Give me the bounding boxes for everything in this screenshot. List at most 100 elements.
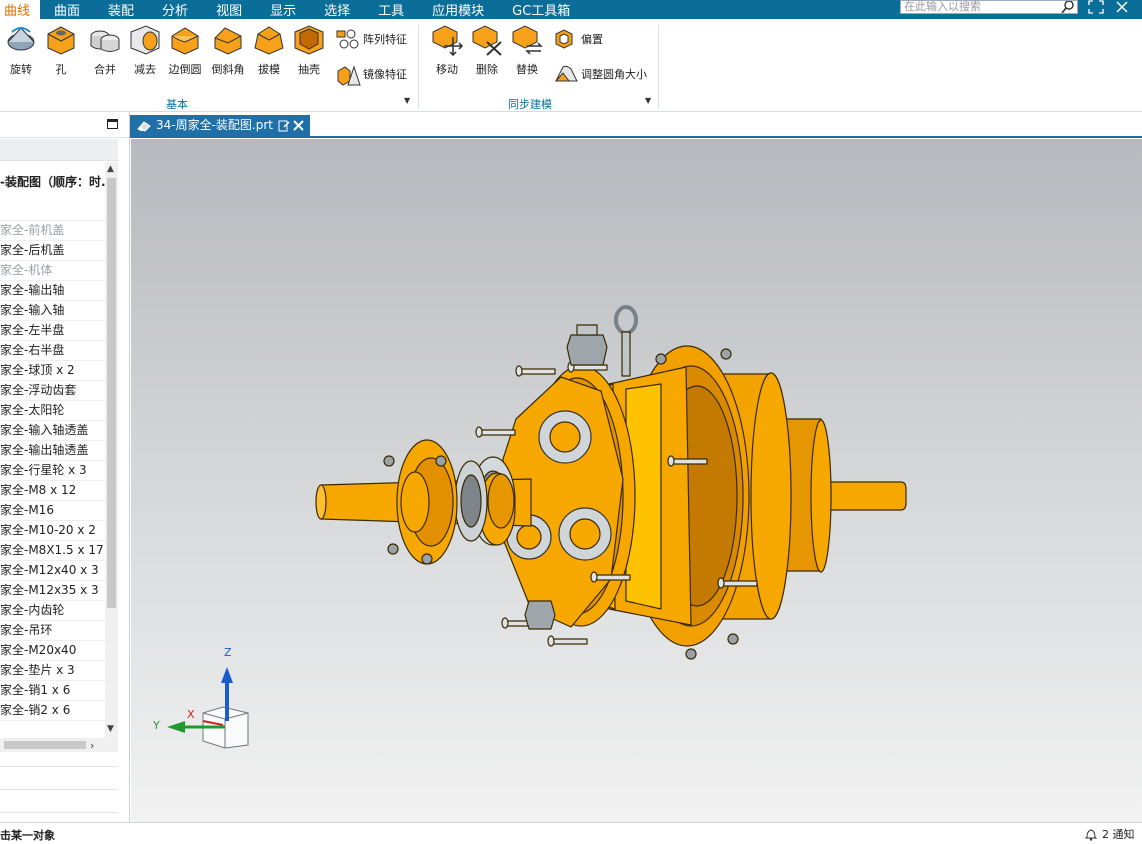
scroll-right-icon[interactable]: ›	[90, 739, 94, 752]
navigator-header	[0, 112, 129, 138]
shell-icon	[294, 25, 324, 55]
subtract-button[interactable]: 减去	[128, 22, 162, 77]
search-input[interactable]: 在此输入以搜索	[900, 0, 1078, 14]
move-face-button[interactable]: 移动	[430, 22, 464, 77]
horizontal-scroll-thumb[interactable]	[4, 741, 86, 749]
menu-tab-gc-toolbox[interactable]: GC工具箱	[498, 0, 584, 19]
tree-node[interactable]: 家全-M8 x 12	[0, 481, 118, 501]
tree-items: 家全-前机盖 家全-后机盖 家全-机体 家全-输出轴 家全-输入轴 家全-左半盘 家全-右半…	[0, 221, 118, 721]
notifications-button[interactable]: 2 通知	[1084, 826, 1135, 842]
unite-button[interactable]: 合并	[88, 22, 122, 77]
mirror-feature-button[interactable]: 镜像特征	[335, 61, 407, 87]
status-prompt: 击某一对象	[0, 829, 55, 842]
tree-node[interactable]: 家全-M16	[0, 501, 118, 521]
tree-node[interactable]: 家全-销1 x 6	[0, 681, 118, 701]
mirror-feature-icon	[337, 65, 361, 86]
menu-tab-surface[interactable]: 曲面	[40, 0, 94, 19]
scroll-up-icon[interactable]: ▲	[107, 164, 114, 174]
tree-node[interactable]: 家全-输出轴	[0, 281, 118, 301]
pattern-feature-icon	[336, 29, 359, 49]
revolve-button[interactable]: 旋转	[4, 22, 38, 77]
scroll-down-icon[interactable]: ▼	[107, 724, 114, 734]
sync-group-expand-icon[interactable]: ▼	[645, 96, 651, 105]
document-tab[interactable]: 34-周家全-装配图.prt	[130, 115, 310, 138]
pattern-feature-button[interactable]: 阵列特征	[335, 26, 407, 52]
view-triad[interactable]	[153, 641, 263, 751]
unite-icon	[90, 30, 120, 52]
tree-node[interactable]: 家全-太阳轮	[0, 401, 118, 421]
search-icon[interactable]	[1061, 0, 1075, 14]
tree-node[interactable]: 家全-后机盖	[0, 241, 118, 261]
tree-node[interactable]: 家全-前机盖	[0, 221, 118, 241]
replace-face-icon	[512, 25, 543, 55]
move-face-icon	[432, 25, 464, 56]
tree-node[interactable]: 家全-左半盘	[0, 321, 118, 341]
maximize-icon[interactable]	[107, 119, 118, 129]
menu-tab-analysis[interactable]: 分析	[148, 0, 202, 19]
replace-face-button[interactable]: 替换	[510, 22, 544, 77]
navigator-column-header	[0, 139, 118, 161]
group-separator	[658, 25, 659, 109]
document-tab-title: 34-周家全-装配图.prt	[156, 118, 274, 132]
menu-tab-curve[interactable]: 曲线	[0, 0, 41, 19]
tree-node[interactable]: 家全-内齿轮	[0, 601, 118, 621]
tree-node[interactable]: 家全-销2 x 6	[0, 701, 118, 721]
tree-node[interactable]: 家全-垫片 x 3	[0, 661, 118, 681]
hole-icon	[47, 26, 75, 55]
close-tab-icon[interactable]	[293, 120, 304, 131]
nx-window: 曲线 曲面 装配 分析 视图 显示 选择 工具 应用模块 GC工具箱 在此输入以…	[0, 0, 1142, 844]
close-window-icon[interactable]	[1113, 0, 1131, 16]
edge-blend-icon	[171, 27, 199, 55]
hole-button[interactable]: 孔	[44, 22, 78, 77]
delete-face-button[interactable]: 删除	[470, 22, 504, 77]
vertical-scroll-thumb[interactable]	[107, 178, 116, 608]
pattern-feature-label: 阵列特征	[363, 33, 407, 46]
tree-node[interactable]: 家全-球顶 x 2	[0, 361, 118, 381]
tree-node[interactable]: 家全-行星轮 x 3	[0, 461, 118, 481]
chamfer-button[interactable]: 倒斜角	[211, 22, 245, 77]
tree-root-node[interactable]: -装配图（顺序：时...	[0, 162, 118, 202]
revolve-icon	[7, 27, 35, 51]
tree-node[interactable]: 家全-输入轴	[0, 301, 118, 321]
subtract-icon	[130, 25, 160, 55]
offset-region-label: 偏置	[581, 33, 603, 46]
tree-node[interactable]: 家全-机体	[0, 261, 118, 281]
basic-group-expand-icon[interactable]: ▼	[404, 96, 410, 105]
tree-node[interactable]: 家全-右半盘	[0, 341, 118, 361]
tree-node[interactable]: 家全-M12x40 x 3	[0, 561, 118, 581]
graphics-window[interactable]: Z Y X	[131, 139, 1142, 822]
shell-button[interactable]: 抽壳	[292, 22, 326, 77]
replace-face-label: 替换	[516, 63, 538, 76]
tree-node[interactable]: 家全-M12x35 x 3	[0, 581, 118, 601]
vertical-scrollbar[interactable]: ▲ ▼	[105, 162, 118, 738]
tree-node[interactable]: 家全-M8X1.5 x 17	[0, 541, 118, 561]
z-axis-label: Z	[224, 646, 232, 659]
tree-node[interactable]: 家全-M10-20 x 2	[0, 521, 118, 541]
tree-node[interactable]: 家全-浮动齿套	[0, 381, 118, 401]
menu-tab-view[interactable]: 视图	[202, 0, 256, 19]
menu-tab-select[interactable]: 选择	[310, 0, 364, 19]
draft-button[interactable]: 拔模	[252, 22, 286, 77]
resize-blend-icon	[554, 65, 578, 82]
fullscreen-icon[interactable]	[1087, 0, 1105, 16]
menu-tab-tools[interactable]: 工具	[364, 0, 418, 19]
menu-tab-applications[interactable]: 应用模块	[418, 0, 498, 19]
search-placeholder: 在此输入以搜索	[904, 0, 981, 13]
reducer-assembly-model[interactable]	[131, 139, 1142, 822]
part-file-icon	[137, 121, 151, 132]
shell-label: 抽壳	[298, 63, 320, 76]
offset-region-button[interactable]: 偏置	[553, 26, 603, 52]
tree-node[interactable]: 家全-输出轴透盖	[0, 441, 118, 461]
tree-node[interactable]: 家全-输入轴透盖	[0, 421, 118, 441]
horizontal-scrollbar[interactable]: ›	[0, 738, 118, 752]
offset-region-icon	[555, 29, 573, 49]
menu-tab-assembly[interactable]: 装配	[94, 0, 148, 19]
tree-node[interactable]: 家全-吊环	[0, 621, 118, 641]
resize-blend-button[interactable]: 调整圆角大小	[553, 61, 647, 87]
edge-blend-button[interactable]: 边倒圆	[168, 22, 202, 77]
notifications-count: 2 通知	[1102, 828, 1135, 841]
bell-icon	[1084, 829, 1098, 841]
tree-node[interactable]: 家全-M20x40	[0, 641, 118, 661]
menu-tab-display[interactable]: 显示	[256, 0, 310, 19]
tree-blank-row	[0, 202, 118, 221]
